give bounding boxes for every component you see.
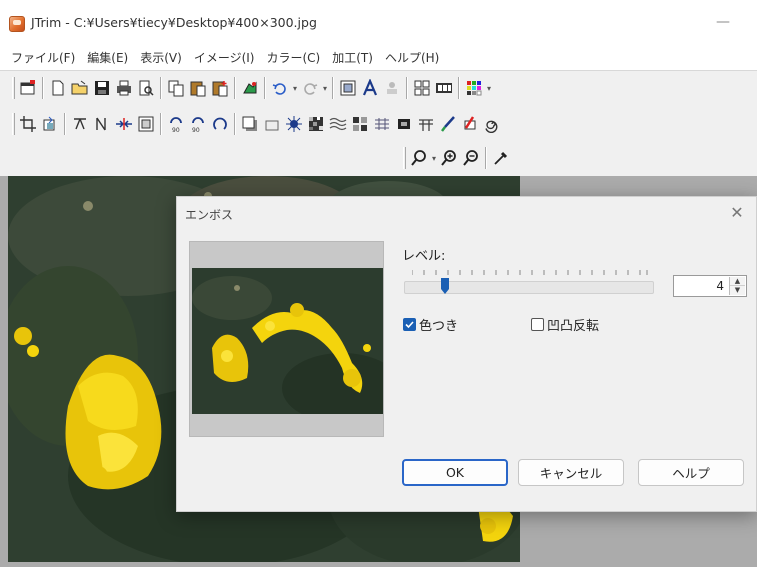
text-icon[interactable] [359, 77, 381, 99]
toolbar-grip[interactable] [12, 77, 15, 99]
toolbar-area: ▾ ▾ ▾ 90 90 ▾ [0, 70, 757, 176]
undo-dropdown-icon[interactable]: ▾ [291, 84, 299, 93]
resize-icon[interactable] [39, 113, 61, 135]
blur-icon[interactable] [371, 113, 393, 135]
slider-ticks [412, 270, 648, 275]
checkbox-unchecked-icon[interactable] [531, 318, 544, 331]
toolbar-grip[interactable] [12, 113, 15, 135]
save-icon[interactable] [91, 77, 113, 99]
svg-text:90: 90 [192, 127, 200, 133]
print-icon[interactable] [113, 77, 135, 99]
eyedropper-icon[interactable] [490, 147, 512, 169]
palette-icon[interactable] [463, 77, 485, 99]
undo-icon[interactable] [269, 77, 291, 99]
copy-icon[interactable] [165, 77, 187, 99]
new-file-icon[interactable] [47, 77, 69, 99]
spin-up-icon[interactable]: ▲ [730, 277, 745, 286]
spin-down-icon[interactable]: ▼ [730, 286, 745, 295]
mosaic-icon[interactable] [305, 113, 327, 135]
rotate-free-icon[interactable] [209, 113, 231, 135]
frame-icon[interactable] [135, 113, 157, 135]
fit-window-icon[interactable] [337, 77, 359, 99]
rotate-270-icon[interactable]: 90 [187, 113, 209, 135]
palette-dropdown-icon[interactable]: ▾ [485, 84, 493, 93]
crop-icon[interactable] [17, 113, 39, 135]
preview-image [192, 268, 383, 414]
level-spinbox[interactable]: 4 ▲ ▼ [673, 275, 747, 297]
level-spin-value: 4 [716, 279, 724, 293]
open-folder-icon[interactable] [69, 77, 91, 99]
flip-horizontal-icon[interactable] [69, 113, 91, 135]
menu-view[interactable]: 表示(V) [134, 49, 188, 66]
window-title: JTrim - C:¥Users¥tiecy¥Desktop¥400×300.j… [31, 15, 317, 30]
sparkle-icon[interactable] [283, 113, 305, 135]
grid-icon[interactable] [411, 77, 433, 99]
toolbar-grip[interactable] [403, 147, 406, 169]
menu-file[interactable]: ファイル(F) [5, 49, 81, 66]
toolbar-row-3: ▾ [401, 143, 512, 173]
spiral-icon[interactable] [481, 113, 503, 135]
zoom-in-icon[interactable] [438, 147, 460, 169]
emboss-dialog: エンボス ✕ レベル: 4 ▲ ▼ 色つき 凹凸反転 OK キャンセル ヘルプ [176, 196, 757, 512]
tile-icon[interactable] [349, 113, 371, 135]
ok-button[interactable]: OK [402, 459, 508, 486]
paste-new-icon[interactable] [209, 77, 231, 99]
level-label: レベル: [402, 249, 446, 264]
level-slider-thumb[interactable] [440, 277, 450, 295]
shadow-icon[interactable] [239, 113, 261, 135]
menu-help[interactable]: ヘルプ(H) [379, 49, 445, 66]
menu-color[interactable]: カラー(C) [260, 49, 326, 66]
preview-frame [189, 241, 384, 437]
wave-icon[interactable] [327, 113, 349, 135]
emboss-icon[interactable] [393, 113, 415, 135]
checkbox-checked-icon[interactable] [403, 318, 416, 331]
menu-edit[interactable]: 編集(E) [81, 49, 134, 66]
shift-icon[interactable] [113, 113, 135, 135]
zoom-out-icon[interactable] [460, 147, 482, 169]
paste-icon[interactable] [187, 77, 209, 99]
cancel-button[interactable]: キャンセル [518, 459, 624, 486]
edge-icon[interactable] [415, 113, 437, 135]
minimize-button[interactable]: — [711, 12, 735, 32]
toolbar-row-2: 90 90 [10, 109, 503, 139]
menu-bar: ファイル(F) 編集(E) 表示(V) イメージ(I) カラー(C) 加工(T)… [0, 44, 757, 70]
redo-dropdown-icon[interactable]: ▾ [321, 84, 329, 93]
brush-icon[interactable] [437, 113, 459, 135]
capture-icon[interactable] [239, 77, 261, 99]
eraser-icon[interactable] [459, 113, 481, 135]
flat-icon[interactable] [261, 113, 283, 135]
close-icon[interactable]: ✕ [726, 202, 748, 224]
menu-process[interactable]: 加工(T) [326, 49, 379, 66]
help-button[interactable]: ヘルプ [638, 459, 744, 486]
invert-checkbox-label: 凹凸反転 [547, 319, 600, 334]
dialog-title: エンボス [185, 208, 234, 222]
title-bar: JTrim - C:¥Users¥tiecy¥Desktop¥400×300.j… [0, 0, 757, 44]
print-preview-icon[interactable] [135, 77, 157, 99]
color-checkbox[interactable]: 色つき [403, 315, 458, 334]
toolbar-row-1: ▾ ▾ ▾ [10, 73, 493, 103]
window-icon[interactable] [17, 77, 39, 99]
filmstrip-icon[interactable] [433, 77, 455, 99]
menu-image[interactable]: イメージ(I) [188, 49, 261, 66]
stamp-icon[interactable] [381, 77, 403, 99]
flip-vertical-icon[interactable] [91, 113, 113, 135]
zoom-icon[interactable] [408, 147, 430, 169]
invert-checkbox[interactable]: 凹凸反転 [531, 315, 599, 334]
app-icon [9, 16, 25, 32]
color-checkbox-label: 色つき [419, 319, 459, 334]
redo-icon[interactable] [299, 77, 321, 99]
svg-text:90: 90 [172, 127, 180, 133]
rotate-90-icon[interactable]: 90 [165, 113, 187, 135]
zoom-dropdown-icon[interactable]: ▾ [430, 154, 438, 163]
preview-emboss-image [192, 268, 383, 414]
